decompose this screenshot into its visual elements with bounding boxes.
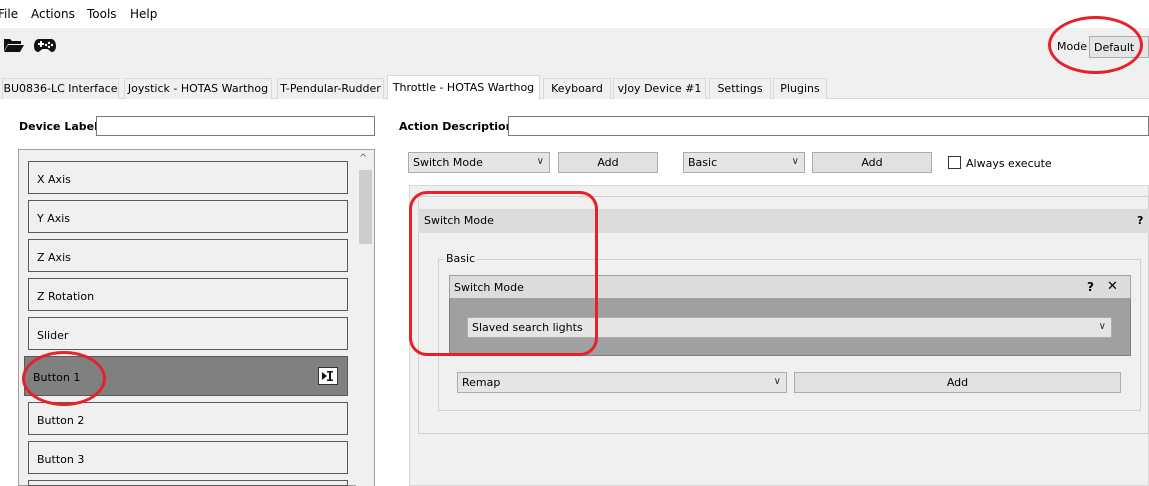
tab-settings[interactable]: Settings (709, 78, 771, 99)
container-type-combo-value: Basic (688, 156, 718, 169)
action-type-combo-value: Switch Mode (413, 156, 483, 169)
tab-keyboard[interactable]: Keyboard (543, 78, 611, 99)
container-help-icon[interactable]: ? (1137, 214, 1143, 227)
menu-file[interactable]: File (0, 7, 18, 21)
input-x-axis[interactable]: X Axis (28, 161, 348, 194)
gamepad-icon[interactable] (33, 37, 57, 53)
tab-bu0836[interactable]: BU0836-LC Interface (2, 78, 119, 99)
input-y-axis[interactable]: Y Axis (28, 200, 348, 233)
tab-plugins[interactable]: Plugins (773, 78, 827, 99)
device-label-input[interactable] (96, 116, 375, 136)
tab-rudder[interactable]: T-Pendular-Rudder (277, 78, 384, 99)
chevron-down-icon: ∨ (536, 156, 544, 167)
always-execute-label: Always execute (966, 157, 1052, 170)
always-execute-checkbox[interactable] (948, 156, 961, 169)
chevron-down-icon: ∨ (773, 376, 781, 387)
input-list-scroll-thumb[interactable] (359, 170, 372, 244)
device-label-label: Device Label (19, 120, 98, 133)
annotation-mode (1048, 16, 1143, 74)
toolbar (0, 28, 1149, 68)
add-action-button[interactable]: Add (558, 152, 658, 173)
action-description-input[interactable] (508, 116, 1149, 136)
input-next-partial[interactable] (28, 480, 348, 486)
input-button-3[interactable]: Button 3 (28, 441, 348, 474)
annotation-switch-mode (409, 191, 598, 356)
action-help-icon[interactable]: ? (1087, 280, 1094, 294)
chevron-down-icon: ∨ (1098, 321, 1106, 332)
tab-throttle[interactable]: Throttle - HOTAS Warthog (387, 75, 540, 100)
text-cursor-icon[interactable] (318, 367, 338, 385)
menu-help[interactable]: Help (130, 7, 157, 21)
folder-open-icon[interactable] (3, 37, 25, 53)
scroll-up-icon[interactable]: ^ (359, 153, 367, 164)
action-description-label: Action Description (399, 120, 514, 133)
chevron-down-icon: ∨ (791, 156, 799, 167)
remap-combo-value: Remap (462, 376, 501, 389)
input-button-2[interactable]: Button 2 (28, 402, 348, 435)
remap-combo[interactable]: Remap ∨ (457, 372, 787, 393)
annotation-button-1 (22, 351, 106, 406)
container-type-combo[interactable]: Basic ∨ (683, 152, 805, 173)
input-slider[interactable]: Slider (28, 317, 348, 350)
input-z-axis[interactable]: Z Axis (28, 239, 348, 272)
tab-joystick[interactable]: Joystick - HOTAS Warthog (124, 78, 272, 99)
add-container-button[interactable]: Add (812, 152, 932, 173)
menu-bar (0, 0, 1149, 28)
tab-vjoy[interactable]: vJoy Device #1 (613, 78, 706, 99)
add-remap-button[interactable]: Add (794, 372, 1121, 393)
close-icon[interactable]: ✕ (1107, 279, 1118, 294)
input-z-rotation[interactable]: Z Rotation (28, 278, 348, 311)
menu-tools[interactable]: Tools (87, 7, 117, 21)
action-type-combo[interactable]: Switch Mode ∨ (408, 152, 550, 173)
menu-actions[interactable]: Actions (31, 7, 75, 21)
